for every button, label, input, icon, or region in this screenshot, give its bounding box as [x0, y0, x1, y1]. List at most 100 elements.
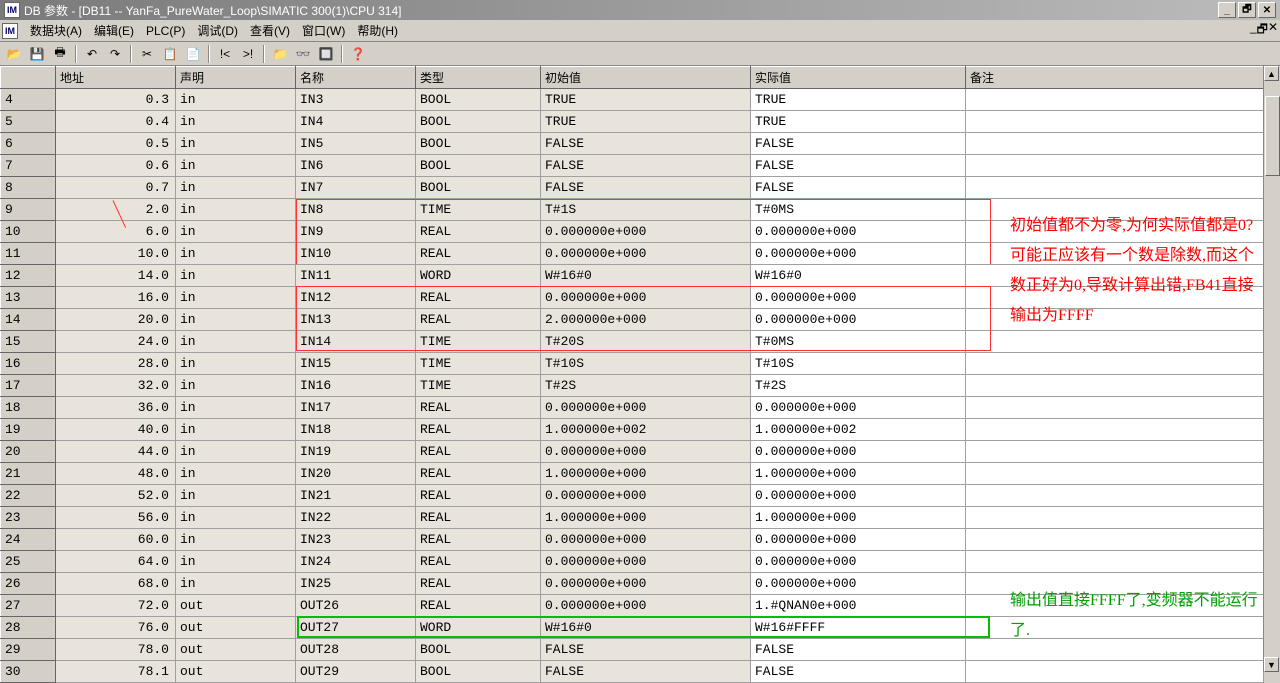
row-number[interactable]: 12 [1, 265, 56, 287]
cell-type[interactable]: WORD [416, 265, 541, 287]
row-number[interactable]: 8 [1, 177, 56, 199]
cell-name[interactable]: IN3 [296, 89, 416, 111]
cell-decl[interactable]: in [176, 573, 296, 595]
cell-name[interactable]: IN9 [296, 221, 416, 243]
toolbar-button[interactable]: 🖶 [50, 44, 70, 64]
cell-address[interactable]: 0.5 [56, 133, 176, 155]
cell-type[interactable]: BOOL [416, 89, 541, 111]
cell-type[interactable]: REAL [416, 595, 541, 617]
cell-type[interactable]: REAL [416, 441, 541, 463]
cell-init[interactable]: 0.000000e+000 [541, 573, 751, 595]
cell-actual[interactable]: 0.000000e+000 [751, 397, 966, 419]
cell-actual[interactable]: 0.000000e+000 [751, 529, 966, 551]
cell-name[interactable]: IN10 [296, 243, 416, 265]
cell-address[interactable]: 32.0 [56, 375, 176, 397]
cell-actual[interactable]: 1.000000e+000 [751, 507, 966, 529]
table-row[interactable]: 1732.0inIN16TIMET#2ST#2S [1, 375, 1264, 397]
table-row[interactable]: 2044.0inIN19REAL0.000000e+0000.000000e+0… [1, 441, 1264, 463]
cell-decl[interactable]: in [176, 441, 296, 463]
cell-address[interactable]: 14.0 [56, 265, 176, 287]
cell-address[interactable]: 60.0 [56, 529, 176, 551]
cell-address[interactable]: 76.0 [56, 617, 176, 639]
cell-init[interactable]: FALSE [541, 177, 751, 199]
cell-note[interactable] [966, 485, 1264, 507]
close-button[interactable]: ✕ [1258, 2, 1276, 18]
row-number[interactable]: 23 [1, 507, 56, 529]
cell-decl[interactable]: in [176, 177, 296, 199]
cell-decl[interactable]: in [176, 353, 296, 375]
scroll-up-icon[interactable]: ▲ [1264, 66, 1279, 81]
toolbar-button[interactable]: 📁 [270, 44, 290, 64]
menu-item[interactable]: 帮助(H) [351, 22, 404, 40]
cell-name[interactable]: IN6 [296, 155, 416, 177]
cell-address[interactable]: 40.0 [56, 419, 176, 441]
cell-name[interactable]: IN14 [296, 331, 416, 353]
menu-item[interactable]: 编辑(E) [88, 22, 140, 40]
cell-init[interactable]: TRUE [541, 111, 751, 133]
row-number[interactable]: 26 [1, 573, 56, 595]
table-row[interactable]: 80.7inIN7BOOLFALSEFALSE [1, 177, 1264, 199]
cell-type[interactable]: BOOL [416, 133, 541, 155]
cell-init[interactable]: W#16#0 [541, 617, 751, 639]
cell-name[interactable]: OUT28 [296, 639, 416, 661]
table-row[interactable]: 2148.0inIN20REAL1.000000e+0001.000000e+0… [1, 463, 1264, 485]
cell-init[interactable]: 1.000000e+000 [541, 463, 751, 485]
cell-decl[interactable]: in [176, 133, 296, 155]
cell-type[interactable]: BOOL [416, 639, 541, 661]
cell-decl[interactable]: in [176, 485, 296, 507]
cell-actual[interactable]: FALSE [751, 133, 966, 155]
cell-address[interactable]: 0.7 [56, 177, 176, 199]
cell-decl[interactable]: in [176, 265, 296, 287]
column-header[interactable]: 实际值 [751, 67, 966, 89]
cell-name[interactable]: IN23 [296, 529, 416, 551]
cell-name[interactable]: IN13 [296, 309, 416, 331]
cell-type[interactable]: REAL [416, 551, 541, 573]
cell-address[interactable]: 10.0 [56, 243, 176, 265]
cell-init[interactable]: FALSE [541, 155, 751, 177]
cell-address[interactable]: 44.0 [56, 441, 176, 463]
cell-name[interactable]: IN24 [296, 551, 416, 573]
cell-type[interactable]: REAL [416, 243, 541, 265]
cell-address[interactable]: 78.0 [56, 639, 176, 661]
cell-actual[interactable]: 1.000000e+000 [751, 463, 966, 485]
cell-name[interactable]: IN18 [296, 419, 416, 441]
cell-init[interactable]: 0.000000e+000 [541, 287, 751, 309]
cell-type[interactable]: BOOL [416, 155, 541, 177]
cell-actual[interactable]: T#10S [751, 353, 966, 375]
cell-address[interactable]: 36.0 [56, 397, 176, 419]
cell-decl[interactable]: in [176, 331, 296, 353]
menu-item[interactable]: 调试(D) [191, 22, 244, 40]
cell-type[interactable]: REAL [416, 573, 541, 595]
cell-decl[interactable]: out [176, 617, 296, 639]
scroll-down-icon[interactable]: ▼ [1264, 657, 1279, 672]
cell-note[interactable] [966, 397, 1264, 419]
cell-name[interactable]: OUT27 [296, 617, 416, 639]
table-row[interactable]: 1524.0inIN14TIMET#20ST#0MS [1, 331, 1264, 353]
row-number[interactable]: 6 [1, 133, 56, 155]
cell-type[interactable]: TIME [416, 331, 541, 353]
cell-type[interactable]: REAL [416, 463, 541, 485]
toolbar-button[interactable]: ↷ [105, 44, 125, 64]
cell-note[interactable] [966, 463, 1264, 485]
cell-init[interactable]: 0.000000e+000 [541, 243, 751, 265]
cell-type[interactable]: REAL [416, 287, 541, 309]
cell-actual[interactable]: FALSE [751, 155, 966, 177]
cell-address[interactable]: 56.0 [56, 507, 176, 529]
cell-init[interactable]: 2.000000e+000 [541, 309, 751, 331]
cell-address[interactable]: 0.3 [56, 89, 176, 111]
cell-type[interactable]: REAL [416, 397, 541, 419]
cell-actual[interactable]: 0.000000e+000 [751, 287, 966, 309]
row-number[interactable]: 13 [1, 287, 56, 309]
cell-actual[interactable]: W#16#FFFF [751, 617, 966, 639]
table-row[interactable]: 70.6inIN6BOOLFALSEFALSE [1, 155, 1264, 177]
cell-note[interactable] [966, 441, 1264, 463]
toolbar-button[interactable]: 📂 [4, 44, 24, 64]
table-row[interactable]: 1836.0inIN17REAL0.000000e+0000.000000e+0… [1, 397, 1264, 419]
cell-actual[interactable]: 1.000000e+002 [751, 419, 966, 441]
cell-address[interactable]: 0.6 [56, 155, 176, 177]
cell-note[interactable] [966, 331, 1264, 353]
cell-init[interactable]: T#10S [541, 353, 751, 375]
cell-type[interactable]: BOOL [416, 111, 541, 133]
cell-note[interactable] [966, 375, 1264, 397]
cell-init[interactable]: FALSE [541, 639, 751, 661]
